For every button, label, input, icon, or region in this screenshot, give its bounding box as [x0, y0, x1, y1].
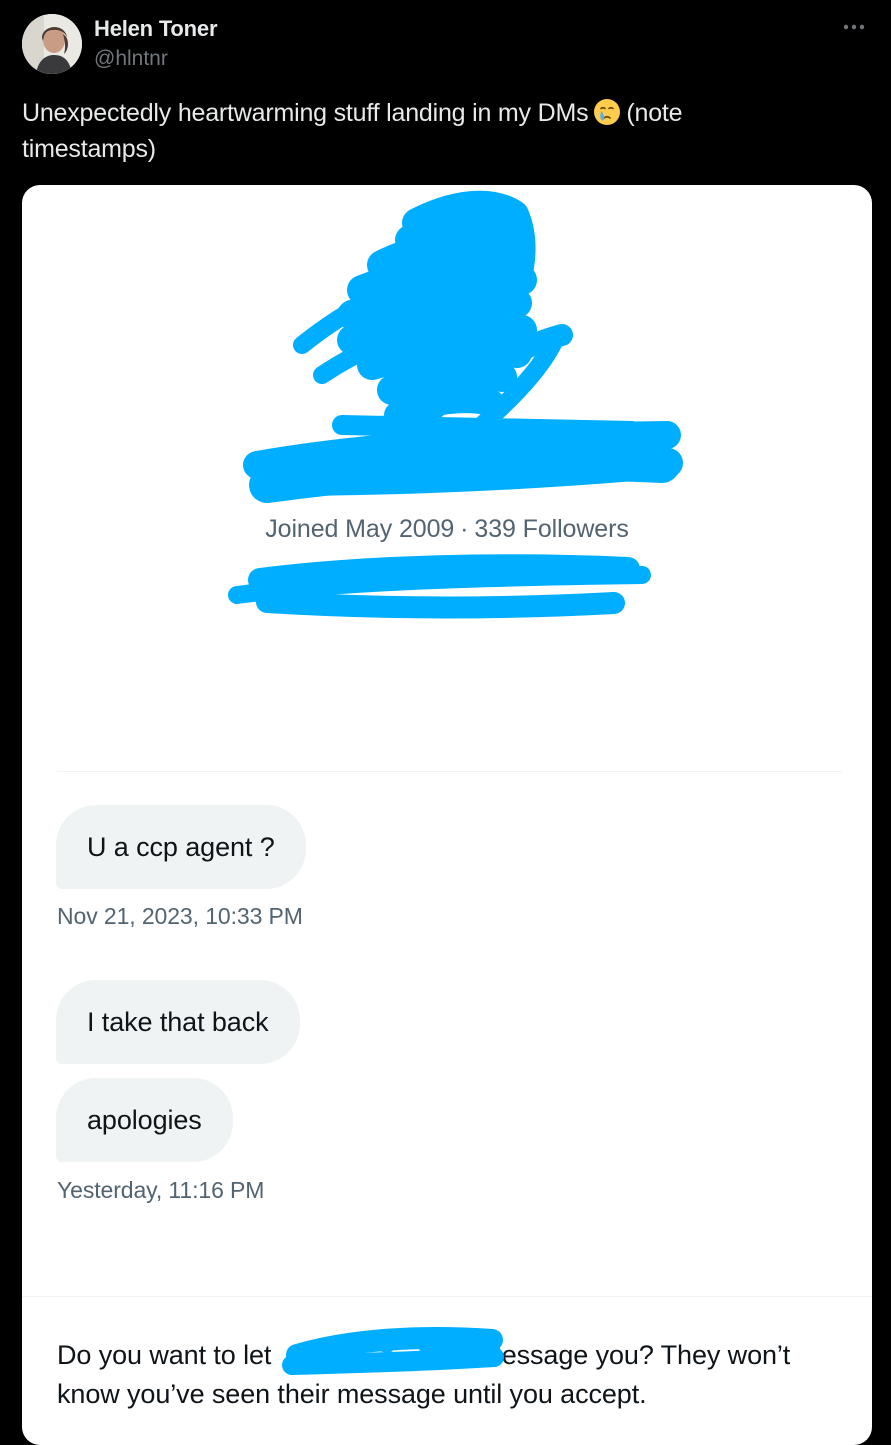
- redaction-scribble: [228, 190, 683, 619]
- more-options-button[interactable]: [837, 12, 871, 42]
- message-bubble: apologies: [56, 1078, 233, 1162]
- request-text-start: Do you want to let: [57, 1340, 272, 1370]
- tweet-text: Unexpectedly heartwarming stuff landing …: [22, 95, 822, 167]
- divider: [22, 1296, 872, 1297]
- profile-meta: Joined May 2009 · 339 Followers: [22, 511, 872, 547]
- author-block[interactable]: Helen Toner @hlntnr: [94, 15, 218, 73]
- joined-date: Joined May 2009: [265, 515, 455, 543]
- author-name[interactable]: Helen Toner: [94, 15, 218, 43]
- message-text: I take that back: [87, 1007, 269, 1037]
- message-timestamp: Nov 21, 2023, 10:33 PM: [57, 903, 303, 929]
- message-text: U a ccp agent ?: [87, 832, 275, 862]
- followers-count: 339 Followers: [474, 515, 629, 543]
- redacted-name-gap: [271, 1363, 479, 1364]
- avatar[interactable]: [22, 14, 82, 74]
- face-holding-back-tears-icon: [593, 98, 621, 126]
- meta-separator: ·: [460, 515, 469, 543]
- divider: [57, 771, 842, 772]
- message-timestamp: Yesterday, 11:16 PM: [57, 1177, 265, 1203]
- dm-screenshot-image[interactable]: Joined May 2009 · 339 Followers U a ccp ag…: [22, 185, 872, 1445]
- message-request-prompt: Do you want to let message you? They won’…: [57, 1336, 847, 1414]
- message-bubble: U a ccp agent ?: [56, 805, 306, 889]
- author-handle[interactable]: @hlntnr: [94, 45, 217, 73]
- message-bubble: I take that back: [56, 980, 300, 1064]
- tweet-text-main: Unexpectedly heartwarming stuff landing …: [22, 99, 589, 127]
- message-text: apologies: [87, 1105, 202, 1135]
- more-icon: [843, 24, 865, 30]
